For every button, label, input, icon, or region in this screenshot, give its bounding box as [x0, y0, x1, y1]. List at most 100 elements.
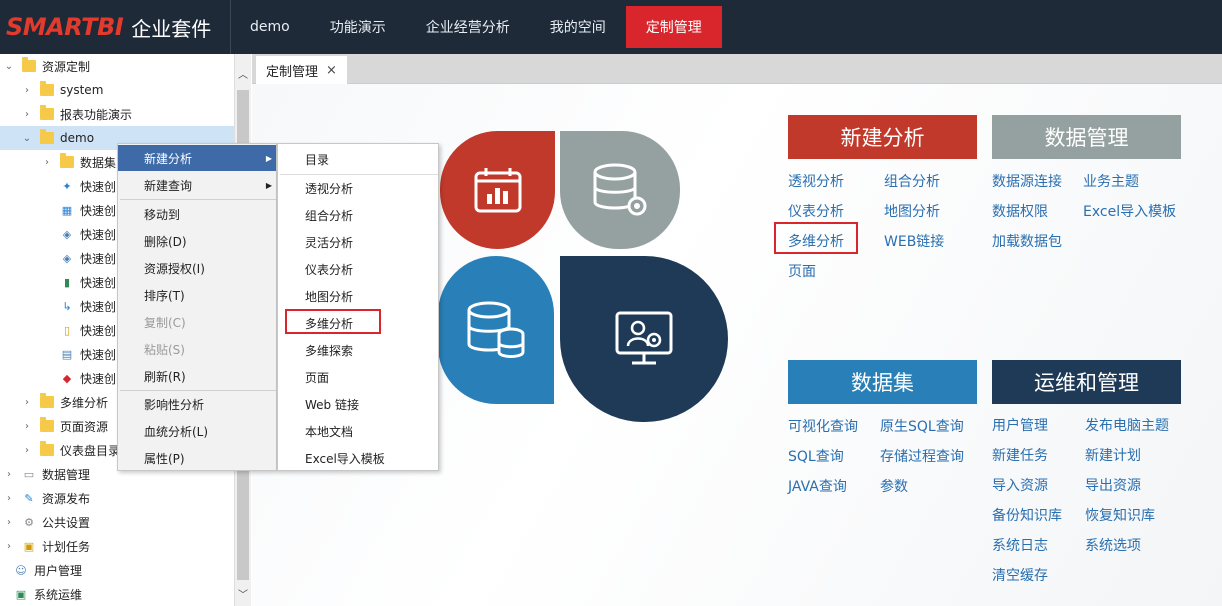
nav-function-demo[interactable]: 功能演示: [310, 0, 406, 54]
link-datasource-connection[interactable]: 数据源连接: [992, 171, 1062, 191]
logo-suite: 企业套件: [131, 16, 212, 41]
link-web-link[interactable]: WEB链接: [884, 231, 944, 251]
link-system-log[interactable]: 系统日志: [992, 535, 1048, 555]
tree-item-system-ops[interactable]: ▣ 系统运维: [0, 582, 234, 606]
link-backup-repository[interactable]: 备份知识库: [992, 505, 1062, 525]
submenu-item-multidim-explore[interactable]: 多维探索: [278, 337, 438, 363]
link-combo-analysis[interactable]: 组合分析: [884, 171, 940, 191]
tile-data-management[interactable]: [560, 131, 680, 249]
link-parameter[interactable]: 参数: [880, 476, 908, 496]
tree-item-system[interactable]: › system: [0, 78, 234, 102]
operations-header[interactable]: 运维和管理: [992, 360, 1181, 404]
menu-item-copy: 复制(C): [144, 315, 186, 330]
link-new-schedule[interactable]: 新建计划: [1085, 445, 1141, 465]
link-map-analysis[interactable]: 地图分析: [884, 201, 940, 221]
menu-item-impact-analysis[interactable]: 影响性分析: [118, 391, 276, 417]
link-business-theme[interactable]: 业务主题: [1083, 171, 1139, 191]
link-publish-desktop-theme[interactable]: 发布电脑主题: [1085, 415, 1169, 435]
chevron-right-icon[interactable]: ›: [22, 109, 32, 120]
menu-item-new-analysis[interactable]: 新建分析 ▶: [118, 145, 276, 171]
chevron-right-icon[interactable]: ›: [4, 541, 14, 552]
chevron-right-icon[interactable]: ›: [42, 157, 52, 168]
tree-item-public-settings[interactable]: › ⚙ 公共设置: [0, 510, 234, 534]
link-sql-query[interactable]: SQL查询: [788, 446, 844, 466]
menu-item-refresh[interactable]: 刷新(R): [118, 363, 276, 389]
menu-item-resource-auth[interactable]: 资源授权(I): [118, 255, 276, 281]
tile-dataset[interactable]: [438, 256, 554, 404]
scroll-down-icon[interactable]: ﹀: [235, 588, 251, 604]
highlight-box: [774, 222, 858, 254]
logo-mark: SMARTBI: [6, 13, 124, 41]
submenu-item-pivot-analysis[interactable]: 透视分析: [278, 175, 438, 201]
chevron-down-icon[interactable]: ⌄: [22, 133, 32, 144]
link-system-options[interactable]: 系统选项: [1085, 535, 1141, 555]
chevron-right-icon[interactable]: ›: [22, 85, 32, 96]
link-page[interactable]: 页面: [788, 261, 816, 281]
tree-item-label: 系统运维: [34, 587, 83, 602]
link-data-permission[interactable]: 数据权限: [992, 201, 1048, 221]
tree-item-scheduled-tasks[interactable]: › ▣ 计划任务: [0, 534, 234, 558]
link-visual-query[interactable]: 可视化查询: [788, 416, 858, 436]
user-icon: ☺: [15, 563, 27, 577]
link-export-resources[interactable]: 导出资源: [1085, 475, 1141, 495]
submenu-item-excel-template[interactable]: Excel导入模板: [278, 445, 438, 471]
menu-item-sort[interactable]: 排序(T): [118, 282, 276, 308]
dataset-header[interactable]: 数据集: [788, 360, 977, 404]
new-analysis-header[interactable]: 新建分析: [788, 115, 977, 159]
tab-custom-management[interactable]: 定制管理 ×: [256, 56, 347, 84]
tree-item-resource-custom[interactable]: ⌄ 资源定制: [0, 54, 234, 78]
monitor-icon: ▣: [15, 587, 27, 601]
link-restore-repository[interactable]: 恢复知识库: [1085, 505, 1155, 525]
menu-item-label: 新建分析: [144, 151, 193, 166]
logo[interactable]: SMARTBI 企业套件: [6, 10, 211, 44]
submenu-item-local-document[interactable]: 本地文档: [278, 418, 438, 444]
link-import-resources[interactable]: 导入资源: [992, 475, 1048, 495]
link-pivot-analysis[interactable]: 透视分析: [788, 171, 844, 191]
tree-item-user-management[interactable]: ☺ 用户管理: [0, 558, 234, 582]
nav-demo[interactable]: demo: [230, 0, 310, 54]
submenu-item-directory[interactable]: 目录: [278, 146, 438, 172]
menu-item-properties[interactable]: 属性(P): [118, 445, 276, 471]
close-icon[interactable]: ×: [326, 63, 337, 78]
chevron-right-icon[interactable]: ›: [22, 397, 32, 408]
nav-custom-management[interactable]: 定制管理: [625, 6, 722, 48]
chevron-right-icon[interactable]: ›: [22, 421, 32, 432]
tree-item-label: 快速创: [80, 179, 117, 194]
submenu-item-web-link[interactable]: Web 链接: [278, 391, 438, 417]
menu-item-move-to[interactable]: 移动到: [118, 201, 276, 227]
chevron-right-icon[interactable]: ›: [4, 469, 14, 480]
link-native-sql-query[interactable]: 原生SQL查询: [880, 416, 964, 436]
submenu-item-dashboard-analysis[interactable]: 仪表分析: [278, 256, 438, 282]
chevron-right-icon[interactable]: ›: [4, 493, 14, 504]
scroll-up-icon[interactable]: ︿: [235, 68, 251, 84]
link-clear-cache[interactable]: 清空缓存: [992, 565, 1048, 585]
tree-item-label: 资源发布: [42, 491, 91, 506]
tile-new-analysis[interactable]: [440, 131, 555, 249]
link-load-data-package[interactable]: 加载数据包: [992, 231, 1062, 251]
tree-item-resource-publish[interactable]: › ✎ 资源发布: [0, 486, 234, 510]
submenu-item-combo-analysis[interactable]: 组合分析: [278, 202, 438, 228]
submenu-item-map-analysis[interactable]: 地图分析: [278, 283, 438, 309]
link-dashboard-analysis[interactable]: 仪表分析: [788, 201, 844, 221]
submenu-item-page[interactable]: 页面: [278, 364, 438, 390]
menu-item-new-query[interactable]: 新建查询 ▶: [118, 172, 276, 198]
tree-item-label: 快速创: [80, 251, 117, 266]
link-stored-procedure-query[interactable]: 存储过程查询: [880, 446, 964, 466]
nav-my-space[interactable]: 我的空间: [530, 0, 626, 54]
calendar-icon: ▣: [23, 539, 35, 553]
tile-operations[interactable]: [560, 256, 728, 422]
submenu-item-flexible-analysis[interactable]: 灵活分析: [278, 229, 438, 255]
link-new-task[interactable]: 新建任务: [992, 445, 1048, 465]
link-java-query[interactable]: JAVA查询: [788, 476, 847, 496]
nav-enterprise-analysis[interactable]: 企业经营分析: [406, 0, 530, 54]
chevron-right-icon[interactable]: ›: [4, 517, 14, 528]
tree-item-label: 多维分析: [60, 395, 109, 410]
chevron-down-icon[interactable]: ⌄: [4, 61, 14, 72]
menu-item-lineage-analysis[interactable]: 血统分析(L): [118, 418, 276, 444]
chevron-right-icon[interactable]: ›: [22, 445, 32, 456]
link-excel-import-template[interactable]: Excel导入模板: [1083, 201, 1176, 221]
link-user-management[interactable]: 用户管理: [992, 415, 1048, 435]
menu-item-delete[interactable]: 删除(D): [118, 228, 276, 254]
tree-item-report-demo[interactable]: › 报表功能演示: [0, 102, 234, 126]
data-management-header[interactable]: 数据管理: [992, 115, 1181, 159]
